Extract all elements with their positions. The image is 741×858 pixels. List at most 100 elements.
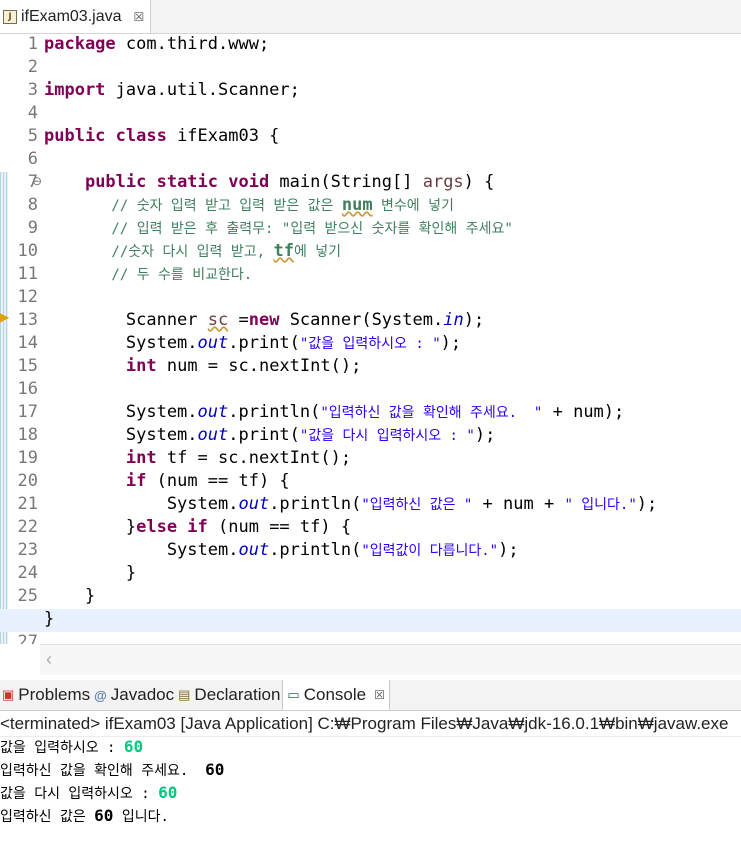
code-line[interactable]: System.out.println("입력값이 다릅니다.");	[44, 540, 741, 563]
tab-console[interactable]: ▭ Console ☒	[282, 680, 390, 710]
string-literal: "입력하신 값을 확인해 주세요. "	[320, 405, 543, 421]
code-text: + num);	[542, 402, 625, 422]
code-line[interactable]: }	[44, 586, 741, 609]
line-number: 2	[27, 57, 38, 77]
code-line[interactable]	[44, 379, 741, 402]
line-number: 23	[17, 540, 38, 560]
horizontal-scrollbar[interactable]: ‹	[40, 644, 741, 675]
code-line[interactable]: public static void main(String[] args) {	[44, 172, 741, 195]
keyword: public static void	[84, 172, 270, 192]
tab-problems-label: Problems	[18, 685, 91, 704]
console-text: 값을 입력하시오 :	[0, 740, 124, 756]
tab-declaration[interactable]: ▤ Declaration	[176, 680, 282, 710]
keyword: new	[248, 310, 280, 330]
code-text: System.	[44, 333, 198, 353]
line-number: 19	[17, 448, 38, 468]
code-line[interactable]: int tf = sc.nextInt();	[44, 448, 741, 471]
code-area[interactable]: package com.third.www; import java.util.…	[0, 34, 741, 644]
code-line[interactable]: System.out.print("값을 다시 입력하시오 : ");	[44, 425, 741, 448]
variable: args	[422, 172, 464, 192]
code-text: (num == tf) {	[207, 517, 352, 537]
code-editor[interactable]: ⊖ ▶ 1 2 3 4 5 6 7 8 9 10 11 12 13 14 15 …	[0, 34, 741, 644]
code-line[interactable]: Scanner sc =new Scanner(System.in);	[44, 310, 741, 333]
code-line[interactable]: import java.util.Scanner;	[44, 80, 741, 103]
code-line[interactable]: System.out.print("값을 입력하시오 : ");	[44, 333, 741, 356]
tab-javadoc[interactable]: @ Javadoc	[92, 680, 176, 710]
line-number: 9	[27, 218, 38, 238]
console-value: 60	[205, 760, 225, 779]
declaration-icon: ▤	[178, 687, 191, 702]
code-text: .println(	[269, 494, 362, 514]
console-user-input: 60	[123, 737, 144, 756]
code-line[interactable]	[44, 57, 741, 80]
console-terminated-label: <terminated> ifExam03 [Java Application]…	[0, 712, 741, 737]
code-line[interactable]: }	[44, 563, 741, 586]
code-line[interactable]: System.out.println("입력하신 값은 " + num + " …	[44, 494, 741, 517]
comment-text: //숫자 다시 입력 받고,	[44, 244, 274, 260]
close-icon[interactable]: ☒	[134, 10, 145, 24]
tab-problems[interactable]: ▣ Problems	[0, 680, 92, 710]
line-number: 21	[17, 494, 38, 514]
javadoc-icon: @	[94, 687, 107, 703]
static-field: out	[197, 425, 229, 445]
code-text: main(String[]	[269, 172, 423, 192]
code-line[interactable]: if (num == tf) {	[44, 471, 741, 494]
code-text: }	[44, 517, 137, 537]
code-line[interactable]: // 숫자 입력 받고 입력 받은 값은 num 변수에 넣기	[44, 195, 741, 218]
code-line[interactable]: int num = sc.nextInt();	[44, 356, 741, 379]
code-text: .println(	[228, 402, 321, 422]
close-icon[interactable]: ☒	[374, 688, 385, 702]
line-number: 3	[27, 80, 38, 100]
console-line: 입력하신 값을 확인해 주세요. 60	[0, 760, 741, 783]
code-line[interactable]: // 입력 받은 후 출력무: "입력 받으신 숫자를 확인해 주세요"	[44, 218, 741, 241]
code-text: Scanner(System.	[279, 310, 444, 330]
code-line[interactable]: }else if (num == tf) {	[44, 517, 741, 540]
comment-text: // 입력 받은 후 출력무: "입력 받으신 숫자를 확인해 주세요"	[44, 221, 513, 237]
code-text: (num == tf) {	[146, 471, 290, 491]
keyword: import	[44, 80, 106, 100]
code-line[interactable]: public class ifExam03 {	[44, 126, 741, 149]
code-line[interactable]	[44, 287, 741, 310]
code-text: System.	[44, 402, 198, 422]
code-text: ifExam03 {	[166, 126, 280, 146]
string-literal: " 입니다."	[564, 497, 637, 513]
line-number: 18	[17, 425, 38, 445]
code-text: + num +	[472, 494, 565, 514]
console-value: 60	[94, 806, 114, 825]
scroll-left-icon[interactable]: ‹	[46, 649, 52, 670]
code-text: Scanner	[44, 310, 208, 330]
code-line[interactable]: // 두 수를 비교한다.	[44, 264, 741, 287]
console-output[interactable]: <terminated> ifExam03 [Java Application]…	[0, 712, 741, 858]
line-number-gutter: 1 2 3 4 5 6 7 8 9 10 11 12 13 14 15 16 1…	[8, 34, 40, 644]
code-text: =	[228, 310, 249, 330]
console-text: 값을 다시 입력하시오 :	[0, 786, 159, 802]
keyword: package	[44, 34, 116, 54]
keyword: if	[125, 471, 147, 491]
code-text: );	[474, 425, 496, 445]
code-text: tf = sc.nextInt();	[156, 448, 352, 468]
line-number: 24	[17, 563, 38, 583]
code-line[interactable]: System.out.println("입력하신 값을 확인해 주세요. " +…	[44, 402, 741, 425]
code-line[interactable]	[44, 632, 741, 644]
code-text: num = sc.nextInt();	[156, 356, 362, 376]
code-line-current[interactable]: }	[0, 609, 741, 632]
comment-text: // 숫자 입력 받고 입력 받은 값은	[44, 198, 342, 214]
code-text: );	[498, 540, 519, 560]
code-text: );	[636, 494, 658, 514]
line-number: 25	[17, 586, 38, 606]
code-line[interactable]: //숫자 다시 입력 받고, tf에 넣기	[44, 241, 741, 264]
tab-declaration-label: Declaration	[194, 685, 281, 704]
code-line[interactable]	[44, 149, 741, 172]
editor-tab-label: ifExam03.java	[21, 7, 122, 25]
comment-text: 에 넣기	[293, 244, 342, 260]
code-text: ) {	[463, 172, 495, 192]
tab-javadoc-label: Javadoc	[110, 685, 175, 704]
code-line[interactable]	[44, 103, 741, 126]
code-text: }	[44, 609, 55, 629]
code-line[interactable]: package com.third.www;	[44, 34, 741, 57]
comment-text: 변수에 넣기	[372, 198, 454, 214]
console-line: 값을 입력하시오 : 60	[0, 737, 741, 760]
line-number: 27	[17, 632, 38, 644]
editor-tab-ifexam03[interactable]: J ifExam03.java ☒	[0, 0, 151, 33]
